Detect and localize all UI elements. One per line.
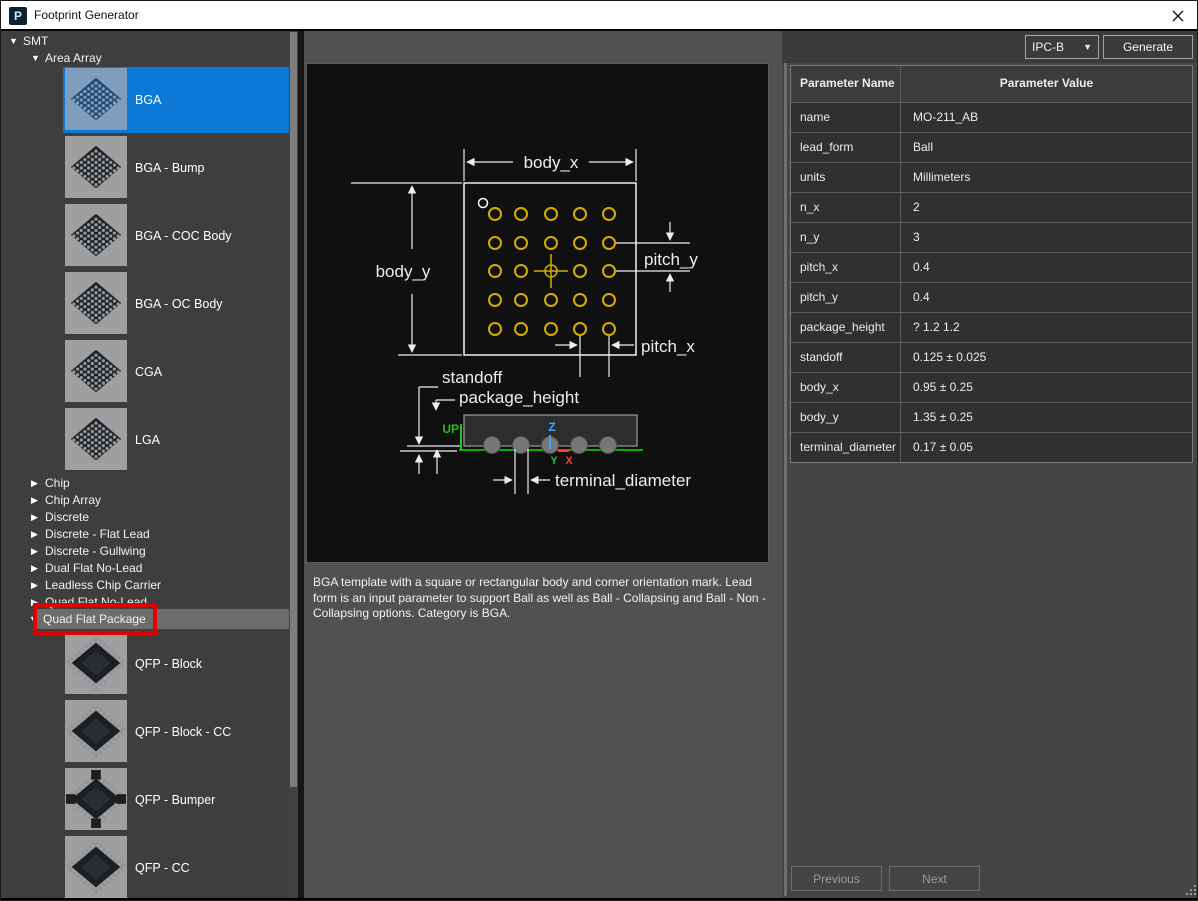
table-row: n_x 2 xyxy=(791,192,1192,222)
pitch-y-label: pitch_y xyxy=(644,250,698,269)
generator-toolbar: IPC-B ▼ Generate xyxy=(782,31,1197,63)
template-tree-sidebar: ▼ SMT ▼ Area Array BGA BGA - Bump BGA - CO… xyxy=(1,31,289,898)
tree-node-discrete-flat-lead[interactable]: ▶ Discrete - Flat Lead xyxy=(1,526,289,543)
collapsed-triangle-icon: ▶ xyxy=(31,563,38,573)
template-item-cga[interactable]: CGA xyxy=(63,339,289,405)
chevron-down-icon: ▼ xyxy=(1083,42,1092,52)
collapsed-triangle-icon: ▶ xyxy=(31,512,38,522)
generate-button[interactable]: Generate xyxy=(1103,35,1193,59)
tree-node-dual-flat-no-lead[interactable]: ▶ Dual Flat No-Lead xyxy=(1,560,289,577)
x-axis-label: X xyxy=(565,455,573,467)
template-item-bga-oc-body[interactable]: BGA - OC Body xyxy=(63,271,289,337)
body-x-label: body_x xyxy=(524,153,579,172)
qfp-chip-icon xyxy=(64,836,128,898)
bga-chip-icon xyxy=(65,68,127,130)
bga-chip-icon xyxy=(65,204,127,266)
table-header-row: Parameter Name Parameter Value xyxy=(791,66,1192,102)
template-item-qfp-cc[interactable]: QFP - CC xyxy=(63,835,289,898)
template-item-qfp-block-cc[interactable]: QFP - Block - CC xyxy=(63,699,289,765)
standoff-label: standoff xyxy=(442,368,502,387)
up-axis-label: UP xyxy=(442,422,459,436)
tree-node-smt[interactable]: ▼ SMT xyxy=(1,33,289,50)
table-row: body_x 0.95 ± 0.25 xyxy=(791,372,1192,402)
template-description: BGA template with a square or rectangula… xyxy=(313,575,766,620)
tree-node-area-array[interactable]: ▼ Area Array xyxy=(1,50,289,67)
ipc-standard-dropdown[interactable]: IPC-B ▼ xyxy=(1025,35,1099,59)
tree-node-chip-array[interactable]: ▶ Chip Array xyxy=(1,492,289,509)
collapsed-triangle-icon: ▶ xyxy=(31,580,38,590)
template-item-qfp-block[interactable]: QFP - Block xyxy=(63,631,289,697)
terminal-diameter-label: terminal_diameter xyxy=(555,471,691,490)
collapsed-triangle-icon: ▶ xyxy=(31,495,38,505)
cga-chip-icon xyxy=(65,340,127,402)
center-crosshair xyxy=(534,254,568,288)
z-axis-label: Z xyxy=(548,420,555,434)
table-row: standoff 0.125 ± 0.025 xyxy=(791,342,1192,372)
qfp-chip-icon xyxy=(64,700,128,762)
package-height-label: package_height xyxy=(459,388,579,407)
table-row: pitch_y 0.4 xyxy=(791,282,1192,312)
tree-node-chip[interactable]: ▶ Chip xyxy=(1,475,289,492)
table-row: package_height? 1.2 1.2 xyxy=(791,312,1192,342)
table-row: n_y 3 xyxy=(791,222,1192,252)
terminal-diameter-dimension xyxy=(493,449,550,494)
collapsed-triangle-icon: ▶ xyxy=(31,529,38,539)
window-title: Footprint Generator xyxy=(34,8,139,22)
parameters-panel: IPC-B ▼ Generate Parameter Name Paramete… xyxy=(782,31,1197,898)
template-item-bga-coc-body[interactable]: BGA - COC Body xyxy=(63,203,289,269)
pitch-x-label: pitch_x xyxy=(641,337,695,356)
scrollbar-thumb[interactable] xyxy=(290,32,297,787)
template-item-lga[interactable]: LGA xyxy=(63,407,289,473)
tree-node-leadless-chip-carrier[interactable]: ▶ Leadless Chip Carrier xyxy=(1,577,289,594)
panel-edge-strip xyxy=(784,63,787,896)
tree-node-discrete-gullwing[interactable]: ▶ Discrete - Gullwing xyxy=(1,543,289,560)
tree-node-discrete[interactable]: ▶ Discrete xyxy=(1,509,289,526)
title-bar: P Footprint Generator xyxy=(1,1,1197,31)
next-button[interactable]: Next xyxy=(889,866,980,891)
sidebar-scrollbar[interactable] xyxy=(289,31,298,898)
app-logo-icon: P xyxy=(9,7,27,25)
expanded-triangle-icon: ▼ xyxy=(9,36,18,46)
template-item-bga-bump[interactable]: BGA - Bump xyxy=(63,135,289,201)
table-row: lead_form Ball xyxy=(791,132,1192,162)
table-row: pitch_x 0.4 xyxy=(791,252,1192,282)
collapsed-triangle-icon: ▶ xyxy=(31,478,38,488)
previous-button[interactable]: Previous xyxy=(791,866,882,891)
body-y-label: body_y xyxy=(376,262,431,281)
lga-chip-icon xyxy=(65,408,127,470)
template-item-bga[interactable]: BGA xyxy=(63,67,289,133)
pitch-x-dimension xyxy=(555,336,634,377)
qfp-chip-icon xyxy=(64,632,128,694)
orientation-mark xyxy=(477,197,489,209)
table-row: terminal_diameter 0.17 ± 0.05 xyxy=(791,432,1192,462)
qfp-chip-icon xyxy=(64,768,128,830)
template-item-qfp-bumper[interactable]: QFP - Bumper xyxy=(63,767,289,833)
table-row: body_y 1.35 ± 0.25 xyxy=(791,402,1192,432)
tree-node-quad-flat-package[interactable]: ▼ Quad Flat Package xyxy=(1,611,289,628)
expanded-triangle-icon: ▼ xyxy=(29,614,38,624)
y-axis-label: Y xyxy=(550,455,558,467)
parameter-table: Parameter Name Parameter Value name MO-21… xyxy=(790,65,1193,463)
table-row: name MO-211_AB xyxy=(791,102,1192,132)
expanded-triangle-icon: ▼ xyxy=(31,53,40,63)
close-icon[interactable] xyxy=(1169,7,1187,25)
bga-chip-icon xyxy=(65,136,127,198)
bga-chip-icon xyxy=(65,272,127,334)
footprint-generator-window: P Footprint Generator ▼ SMT ▼ Area Array B… xyxy=(0,0,1198,901)
bga-dimension-diagram: body_x body_y pitch_y pitch_x standoff p… xyxy=(306,63,769,563)
preview-panel: body_x body_y pitch_y pitch_x standoff p… xyxy=(304,31,782,898)
collapsed-triangle-icon: ▶ xyxy=(31,546,38,556)
resize-grip[interactable] xyxy=(1185,884,1197,896)
table-row: units Millimeters xyxy=(791,162,1192,192)
